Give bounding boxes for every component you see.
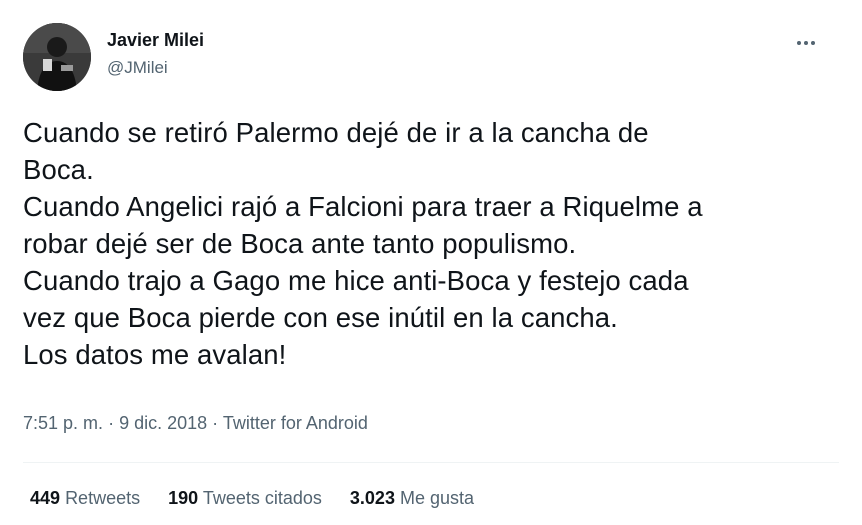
quote-tweets-label: Tweets citados — [202, 488, 322, 508]
avatar[interactable] — [23, 23, 91, 91]
tweet-text-line: Boca. — [23, 154, 94, 185]
author-handle[interactable]: @JMilei — [107, 58, 168, 78]
retweets-stat[interactable]: 449 Retweets — [30, 488, 140, 509]
tweet-text-line: vez que Boca pierde con ese inútil en la… — [23, 302, 618, 333]
more-options-button[interactable] — [790, 32, 822, 54]
tweet-text: Cuando se retiró Palermo dejé de ir a la… — [23, 114, 833, 373]
divider — [23, 462, 839, 463]
tweet-text-line: robar dejé ser de Boca ante tanto populi… — [23, 228, 577, 259]
likes-label: Me gusta — [399, 488, 475, 508]
likes-count: 3.023 — [349, 488, 395, 508]
tweet-text-line: Cuando se retiró Palermo dejé de ir a la… — [23, 117, 649, 148]
avatar-photo-icon — [23, 23, 91, 91]
likes-stat[interactable]: 3.023 Me gusta — [350, 488, 474, 509]
retweets-count: 449 — [30, 488, 61, 508]
tweet-metadata: 7:51 p. m. · 9 dic. 2018 · Twitter for A… — [23, 413, 368, 434]
retweets-label: Retweets — [65, 488, 141, 508]
tweet-stats: 449 Retweets 190 Tweets citados 3.023 Me… — [30, 488, 474, 509]
tweet-time[interactable]: 7:51 p. m. — [23, 413, 103, 433]
meta-separator: · — [212, 413, 219, 433]
more-horizontal-icon — [797, 41, 815, 45]
tweet-text-line: Cuando Angelici rajó a Falcioni para tra… — [23, 191, 703, 222]
quote-tweets-stat[interactable]: 190 Tweets citados — [168, 488, 322, 509]
tweet-card: Javier Milei @JMilei Cuando se retiró Pa… — [0, 0, 862, 525]
tweet-date[interactable]: 9 dic. 2018 — [119, 413, 207, 433]
tweet-source[interactable]: Twitter for Android — [223, 413, 368, 433]
author-name[interactable]: Javier Milei — [107, 30, 204, 51]
meta-separator: · — [108, 413, 115, 433]
quote-tweets-count: 190 — [168, 488, 199, 508]
tweet-text-line: Cuando trajo a Gago me hice anti-Boca y … — [23, 265, 689, 296]
tweet-text-line: Los datos me avalan! — [23, 339, 287, 370]
